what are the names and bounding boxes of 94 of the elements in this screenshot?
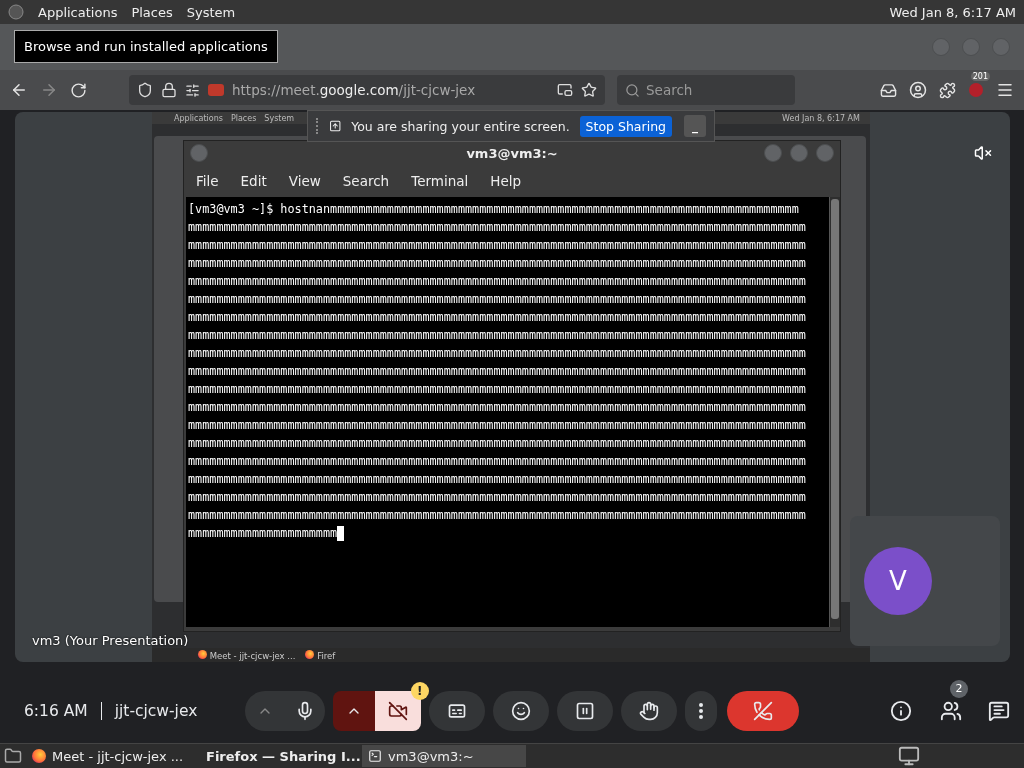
extension-badge[interactable]: 201 xyxy=(970,72,990,81)
panel-menu[interactable]: Applications xyxy=(174,113,223,123)
menu-item[interactable]: Edit xyxy=(240,173,267,189)
extensions-icon[interactable] xyxy=(939,81,956,99)
panel-clock[interactable]: Wed Jan 8, 6:17 AM xyxy=(782,113,860,123)
terminal-line[interactable]: mmmmmmmmmmmmmmmmmmmmmmmmmmmmmmmmmmmmmmmmmmmmmmmmmmmmmmmmmmmmmmmmmmmmmmmmmmmmmmmmmmmmmmm xyxy=(188,290,806,308)
terminal-line[interactable]: mmmmmmmmmmmmmmmmmmmmmmmmmmmmmmmmmmmmmmmmmmmmmmmmmmmmmmmmmmmmmmmmmmmmmmmmmmmmmmmmmmmmmmm xyxy=(188,326,806,344)
lock-icon[interactable] xyxy=(161,82,177,98)
terminal-line[interactable]: mmmmmmmmmmmmmmmmmmmmmmmmmmmmmmmmmmmmmmmmmmmmmmmmmmmmmmmmmmmmmmmmmmmmmmmmmmmmmmmmmmmmmmm xyxy=(188,488,806,506)
url-field[interactable]: https://meet.google.com/jjt-cjcw-jex xyxy=(129,75,605,105)
avatar[interactable]: V xyxy=(864,547,932,615)
raise-hand-button[interactable] xyxy=(620,690,677,731)
sharing-message[interactable]: You are sharing your entire screen. xyxy=(351,118,570,134)
bookmark-star-icon[interactable] xyxy=(581,82,597,98)
panel-menu[interactable]: Applications xyxy=(38,4,118,20)
info-icon[interactable] xyxy=(890,699,912,722)
terminal-line[interactable]: [vm3@vm3 ~]$ hostnanmmmmmmmmmmmmmmmmmmmmmmmmmmmmmmmmmmmmmmmmmmmmmmmmmmmmmmmmmmmmmmmmmm xyxy=(188,200,799,218)
terminal-line[interactable]: mmmmmmmmmmmmmmmmmmmmmmmmmmmmmmmmmmmmmmmmmmmmmmmmmmmmmmmmmmmmmmmmmmmmmmmmmmmmmmmmmmmmmmm xyxy=(188,416,806,434)
sharing-bar[interactable]: You are sharing your entire screen. Stop Sharing _ xyxy=(307,110,715,142)
terminal-line[interactable]: mmmmmmmmmmmmmmmmmmmmmmmmmmmmmmmmmmmmmmmmmmmmmmmmmmmmmmmmmmmmmmmmmmmmmmmmmmmmmmmmmmmmmmm xyxy=(188,452,806,470)
menu-item[interactable]: Search xyxy=(342,173,390,189)
people-count[interactable]: 2 xyxy=(950,679,968,698)
permissions-icon[interactable] xyxy=(185,82,200,98)
show-desktop-icon[interactable] xyxy=(4,747,22,765)
present-icon xyxy=(574,700,595,721)
hand-icon xyxy=(638,700,659,721)
scrollbar[interactable] xyxy=(829,197,840,627)
terminal-line[interactable]: mmmmmmmmmmmmmmmmmmmmmmmmmmmmmmmmmmmmmmmmmmmmmmmmmmmmmmmmmmmmmmmmmmmmmmmmmmmmmmmmmmmmmmm xyxy=(188,470,806,488)
terminal-icon xyxy=(368,749,382,763)
menu-icon[interactable] xyxy=(996,81,1014,99)
terminal-window[interactable] xyxy=(183,140,841,632)
browser-icon[interactable] xyxy=(32,749,46,763)
people-icon[interactable] xyxy=(940,699,962,722)
panel-menu[interactable]: Places xyxy=(230,113,257,123)
back-icon[interactable] xyxy=(10,81,28,99)
cursor[interactable] xyxy=(337,525,345,541)
account-icon[interactable] xyxy=(909,81,927,99)
workspace-icon[interactable] xyxy=(898,745,920,767)
picture-in-picture-icon[interactable] xyxy=(557,82,573,98)
meeting-time[interactable]: 6:16 AM xyxy=(24,701,88,720)
search-field[interactable]: Search xyxy=(617,75,795,105)
smiley-icon xyxy=(510,700,531,721)
terminal-line[interactable]: mmmmmmmmmmmmmmmmmmmmmmmmmmmmmmmmmmmmmmmmmmmmmmmmmmmmmmmmmmmmmmmmmmmmmmmmmmmmmmmmmmmmmmm xyxy=(188,272,806,290)
captions-button[interactable] xyxy=(428,690,485,731)
stop-sharing-button[interactable]: Stop Sharing xyxy=(579,115,672,137)
taskbar[interactable]: Meet - jjt-cjcw-jex ... Firef xyxy=(152,648,870,662)
share-icon xyxy=(328,118,342,134)
terminal-line[interactable]: mmmmmmmmmmmmmmmmmmmmmmmmmmmmmmmmmmmmmmmmmmmmmmmmmmmmmmmmmmmmmmmmmmmmmmmmmmmmmmmmmmmmmmm xyxy=(188,434,806,452)
participant-tile[interactable]: V xyxy=(850,516,1000,646)
terminal-line[interactable]: mmmmmmmmmmmmmmmmmmmmmmmmmmmmmmmmmmmmmmmmmmmmmmmmmmmmmmmmmmmmmmmmmmmmmmmmmmmmmmmmmmmmmmm xyxy=(188,308,806,326)
taskbar-item[interactable]: Firefox — Sharing I... xyxy=(194,745,358,767)
chat-icon[interactable] xyxy=(988,699,1010,722)
terminal-line[interactable]: mmmmmmmmmmmmmmmmmmmmmmmmmmmmmmmmmmmmmmmmmmmmmmmmmmmmmmmmmmmmmmmmmmmmmmmmmmmmmmmmmmmmmmm xyxy=(188,506,806,524)
camera-off-icon xyxy=(387,700,408,721)
taskbar-item[interactable]: vm3@vm3:~ xyxy=(362,745,526,767)
taskbar-item[interactable]: Firef xyxy=(305,649,336,661)
phone-hangup-icon xyxy=(752,700,773,721)
panel-clock[interactable]: Wed Jan 8, 6:17 AM xyxy=(889,4,1016,20)
meeting-code[interactable]: jjt-cjcw-jex xyxy=(114,701,245,720)
microphone-button[interactable] xyxy=(284,690,325,731)
window-title[interactable]: vm3@vm3:~ xyxy=(466,145,558,161)
terminal-line[interactable]: mmmmmmmmmmmmmmmmmmmmm xyxy=(188,524,338,542)
url-text[interactable]: https://meet.google.com/jjt-cjcw-jex xyxy=(232,82,549,98)
more-options-button[interactable] xyxy=(684,690,717,731)
leave-call-button[interactable] xyxy=(726,690,799,731)
terminal-line[interactable]: mmmmmmmmmmmmmmmmmmmmmmmmmmmmmmmmmmmmmmmmmmmmmmmmmmmmmmmmmmmmmmmmmmmmmmmmmmmmmmmmmmmmmmm xyxy=(188,218,806,236)
presentation-tile[interactable] xyxy=(15,112,1010,662)
tooltip[interactable]: Browse and run installed applications xyxy=(14,30,278,63)
menu-item[interactable]: Terminal xyxy=(411,173,469,189)
menu-item[interactable]: Help xyxy=(490,173,522,189)
present-button[interactable] xyxy=(556,690,613,731)
logo-icon[interactable] xyxy=(8,4,24,20)
menu-item[interactable]: View xyxy=(288,173,321,189)
terminal-line[interactable]: mmmmmmmmmmmmmmmmmmmmmmmmmmmmmmmmmmmmmmmmmmmmmmmmmmmmmmmmmmmmmmmmmmmmmmmmmmmmmmmmmmmmmmm xyxy=(188,398,806,416)
terminal-line[interactable]: mmmmmmmmmmmmmmmmmmmmmmmmmmmmmmmmmmmmmmmmmmmmmmmmmmmmmmmmmmmmmmmmmmmmmmmmmmmmmmmmmmmmmmm xyxy=(188,380,806,398)
panel-menu[interactable]: System xyxy=(264,113,295,123)
hide-button[interactable]: _ xyxy=(684,115,706,137)
terminal-line[interactable]: mmmmmmmmmmmmmmmmmmmmmmmmmmmmmmmmmmmmmmmmmmmmmmmmmmmmmmmmmmmmmmmmmmmmmmmmmmmmmmmmmmmmmmm xyxy=(188,236,806,254)
taskbar-item[interactable]: Meet - jjt-cjcw-jex ... xyxy=(26,745,190,767)
presentation-label[interactable]: vm3 (Your Presentation) xyxy=(32,633,189,648)
taskbar-item[interactable]: Meet - jjt-cjcw-jex ... xyxy=(198,649,296,661)
panel-menu[interactable]: Places xyxy=(131,4,173,20)
terminal-line[interactable]: mmmmmmmmmmmmmmmmmmmmmmmmmmmmmmmmmmmmmmmmmmmmmmmmmmmmmmmmmmmmmmmmmmmmmmmmmmmmmmmmmmmmmmm xyxy=(188,254,806,272)
more-icon xyxy=(698,702,703,719)
terminal-line[interactable]: mmmmmmmmmmmmmmmmmmmmmmmmmmmmmmmmmmmmmmmmmmmmmmmmmmmmmmmmmmmmmmmmmmmmmmmmmmmmmmmmmmmmmmm xyxy=(188,344,806,362)
shield-icon[interactable] xyxy=(137,82,153,98)
reload-icon[interactable] xyxy=(70,81,87,99)
emoji-button[interactable] xyxy=(492,690,549,731)
muted-icon[interactable] xyxy=(974,144,992,162)
menu-item[interactable]: File xyxy=(196,173,219,189)
warning-badge[interactable]: ! xyxy=(410,681,429,700)
search-icon xyxy=(625,82,640,98)
panel-menu[interactable]: System xyxy=(186,4,236,20)
terminal-line[interactable]: mmmmmmmmmmmmmmmmmmmmmmmmmmmmmmmmmmmmmmmmmmmmmmmmmmmmmmmmmmmmmmmmmmmmmmmmmmmmmmmmmmmmmmm xyxy=(188,362,806,380)
